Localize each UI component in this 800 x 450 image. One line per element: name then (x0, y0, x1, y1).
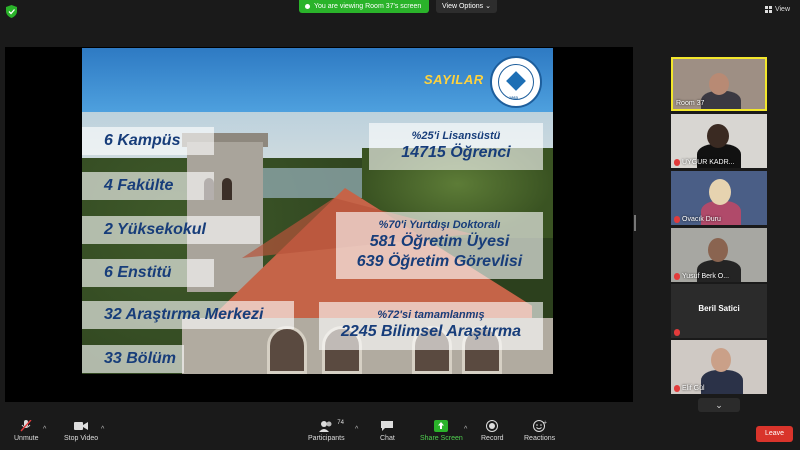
participant-tile-yusuf[interactable]: Yusuf Berk O... (671, 228, 767, 282)
microphone-muted-icon (20, 420, 32, 432)
stat-students-box: %25'i Lisansüstü 14715 Öğrenci (369, 123, 543, 170)
chevron-down-icon: ⌄ (485, 3, 491, 10)
participant-video-face (708, 238, 728, 262)
participant-video-face (709, 73, 729, 95)
top-bar: You are viewing Room 37's screen View Op… (0, 0, 800, 24)
chevron-down-icon: ⌄ (715, 400, 723, 410)
record-icon (486, 420, 499, 432)
stat-schools: 2 Yüksekokul (82, 216, 260, 244)
stat-research-centers: 32 Araştırma Merkezi (82, 301, 294, 329)
smiley-plus-icon: + (532, 420, 547, 432)
stat-research-box: %72'si tamamlanmış 2245 Bilimsel Araştır… (319, 302, 543, 350)
viewing-screen-badge: You are viewing Room 37's screen (299, 0, 429, 13)
stat-faculties: 4 Fakülte (82, 172, 214, 200)
stat-research: 2245 Bilimsel Araştırma (341, 323, 521, 340)
chat-bubble-icon (381, 421, 394, 431)
participant-video-body (701, 370, 743, 394)
scroll-participants-down-button[interactable]: ⌄ (698, 398, 740, 412)
presentation-slide: SAYILAR 1863 6 Kampüs 4 Fakülte 2 Yüksek… (82, 48, 553, 374)
svg-text:+: + (543, 420, 547, 426)
screen-share-dot-icon (305, 3, 310, 9)
mic-muted-icon (674, 329, 680, 336)
participant-status (674, 329, 680, 336)
participants-options-caret[interactable]: ^ (355, 426, 358, 433)
mic-muted-icon (674, 216, 680, 223)
share-options-caret[interactable]: ^ (464, 426, 467, 433)
chat-button[interactable]: Chat (380, 420, 395, 442)
participant-name-row: Yusuf Berk O... (674, 273, 729, 280)
mic-muted-icon (674, 159, 680, 166)
stop-video-button[interactable]: Stop Video (64, 420, 98, 442)
panel-resize-handle[interactable] (634, 215, 636, 231)
stat-students-note: %25'i Lisansüstü (411, 130, 501, 142)
share-screen-icon (434, 420, 449, 432)
participant-name-row: Ovacık Duru (674, 216, 721, 223)
participant-tile-ovacik[interactable]: Ovacık Duru (671, 171, 767, 225)
stat-instructors: 639 Öğretim Görevlisi (356, 253, 523, 270)
participant-tile-uygur[interactable]: UYGUR KADR... (671, 114, 767, 168)
participant-name: Room 37 (676, 100, 705, 107)
stat-academics-note: %70'i Yurtdışı Doktoralı (378, 219, 501, 231)
university-seal-logo: 1863 (490, 56, 542, 108)
share-screen-button[interactable]: Share Screen (420, 420, 463, 442)
stat-research-note: %72'si tamamlanmış (377, 309, 485, 321)
stat-academics-box: %70'i Yurtdışı Doktoralı 581 Öğretim Üye… (336, 212, 543, 279)
slide-title: SAYILAR (424, 72, 484, 87)
grid-view-icon (764, 6, 772, 13)
participant-name: Beril Satici (698, 304, 740, 313)
participant-name-row: Elif Gül (674, 385, 705, 392)
tower-window (222, 178, 232, 200)
stat-faculty-members: 581 Öğretim Üyesi (369, 233, 510, 250)
view-button[interactable]: View (764, 6, 790, 13)
participant-tile-elif[interactable]: Elif Gül (671, 340, 767, 394)
audio-options-caret[interactable]: ^ (43, 426, 46, 433)
participant-video-face (711, 348, 731, 372)
participant-tile-beril[interactable]: Beril Satici (671, 284, 767, 338)
leave-button[interactable]: Leave (756, 426, 793, 442)
facade-arch (267, 326, 307, 374)
stat-institutes: 6 Enstitü (82, 259, 214, 287)
mic-muted-icon (674, 273, 680, 280)
participant-tile-room-37[interactable]: Room 37 (671, 57, 767, 111)
stat-students: 14715 Öğrenci (401, 144, 511, 161)
unmute-button[interactable]: Unmute (14, 420, 39, 442)
mic-muted-icon (674, 385, 680, 392)
video-options-caret[interactable]: ^ (101, 426, 104, 433)
reactions-button[interactable]: + Reactions (524, 420, 555, 442)
participants-button[interactable]: 74 Participants (308, 420, 345, 442)
video-camera-icon (74, 422, 89, 430)
stat-departments: 33 Bölüm (82, 345, 184, 373)
stat-campuses: 6 Kampüs (82, 127, 214, 155)
security-shield-icon[interactable] (6, 5, 17, 18)
participants-icon: 74 (319, 420, 344, 432)
participant-video-face (707, 124, 729, 148)
participant-name-row: UYGUR KADR... (674, 159, 735, 166)
participants-count: 74 (337, 420, 344, 426)
meeting-toolbar: Unmute ^ Stop Video ^ 74 Participants ^ … (0, 412, 800, 450)
record-button[interactable]: Record (481, 420, 504, 442)
seal-year: 1863 (509, 95, 518, 100)
view-options-button[interactable]: View Options ⌄ (436, 0, 497, 13)
participant-video-face (709, 179, 731, 205)
